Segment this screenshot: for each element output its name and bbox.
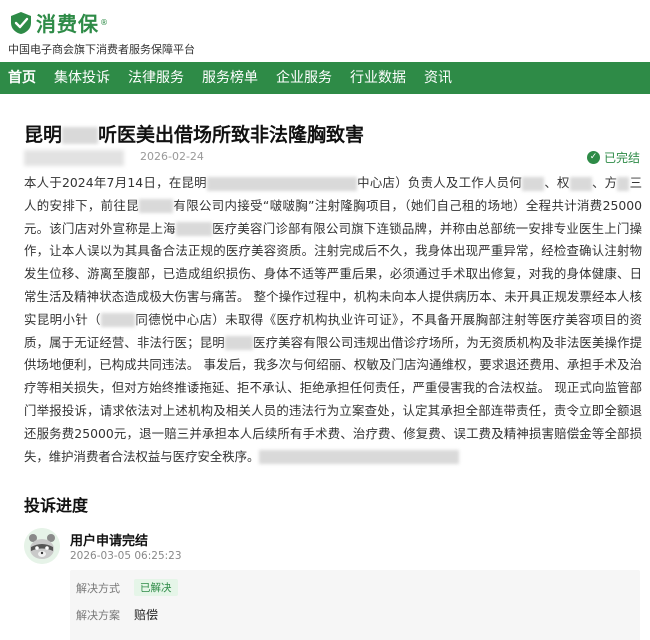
- status-label: 已完结: [603, 151, 640, 165]
- main-nav: 首页 集体投诉 法律服务 服务榜单 企业服务 行业数据 资讯: [0, 62, 650, 94]
- step-detail-box: 解决方式 已解决 解决方案 赔偿: [70, 570, 640, 640]
- complaint-date: 2026-02-24: [140, 150, 204, 163]
- redacted-block: [139, 199, 174, 214]
- step-title: 用户申请完结: [70, 534, 149, 549]
- nav-item-news[interactable]: 资讯: [415, 62, 461, 94]
- resolution-method-row: 解决方式 已解决: [76, 579, 178, 596]
- progress-timeline: 用户申请完结 2026-03-05 06:25:23 解决方式 已解决 解决方案…: [24, 524, 640, 640]
- complaint-title: 昆明 听医美出借场所致非法隆胸致害: [24, 120, 364, 147]
- redacted-block: [522, 176, 545, 191]
- resolution-method-tag: 已解决: [134, 579, 178, 596]
- nav-item-group-complaints[interactable]: 集体投诉: [45, 62, 119, 94]
- resolution-plan-value: 赔偿: [134, 608, 159, 622]
- redacted-block: [175, 222, 212, 237]
- nav-item-enterprise-services[interactable]: 企业服务: [267, 62, 341, 94]
- redacted-username: [24, 150, 124, 166]
- body-segment: 医疗美容有限公司违规出借诊疗场所，为无资质机构及非法医美操作提供场地便利，已构成…: [24, 334, 643, 464]
- status-badge: ✓ 已完结: [586, 149, 640, 166]
- body-segment: 、方: [591, 175, 618, 190]
- resolution-plan-row: 解决方案 赔偿: [76, 606, 158, 623]
- complaint-body: 本人于2024年7月14日，在昆明 中心店）负责人及工作人员何 、权 、方 三人的安排下…: [24, 172, 642, 468]
- registered-mark: ®: [100, 18, 108, 27]
- brand-logo[interactable]: 消费保 ®: [8, 8, 108, 37]
- body-segment: 中心店）负责人及工作人员何: [356, 175, 523, 190]
- header: 消费保 ® 中国电子商会旗下消费者服务保障平台: [0, 0, 650, 62]
- brand-name: 消费保: [36, 12, 99, 36]
- nav-item-industry-data[interactable]: 行业数据: [341, 62, 415, 94]
- brand-slogan: 中国电子商会旗下消费者服务保障平台: [8, 43, 195, 56]
- title-part-b: 听医美出借场所致非法隆胸致害: [98, 124, 365, 146]
- resolution-method-label: 解决方式: [76, 581, 120, 595]
- shield-check-icon: [8, 10, 34, 36]
- progress-heading: 投诉进度: [24, 496, 89, 515]
- redacted-block: [206, 176, 357, 191]
- raccoon-avatar-icon: [24, 528, 60, 564]
- resolution-plan-label: 解决方案: [76, 608, 120, 622]
- step-time: 2026-03-05 06:25:23: [70, 550, 182, 562]
- redacted-block: [224, 336, 253, 351]
- nav-item-home[interactable]: 首页: [0, 62, 45, 94]
- body-segment: 本人于2024年7月14日，在昆明: [24, 175, 207, 190]
- check-circle-icon: ✓: [586, 151, 600, 164]
- redacted-block: [62, 127, 99, 144]
- title-part-a: 昆明: [24, 124, 63, 146]
- redacted-block: [100, 313, 135, 328]
- redacted-block: [259, 450, 460, 465]
- body-segment: 、权: [544, 175, 570, 190]
- redacted-block: [569, 176, 592, 191]
- nav-item-service-ranking[interactable]: 服务榜单: [193, 62, 267, 94]
- complaint-meta: 2026-02-24 ✓ 已完结: [24, 148, 640, 168]
- nav-item-legal-services[interactable]: 法律服务: [119, 62, 193, 94]
- redacted-block: [617, 176, 630, 191]
